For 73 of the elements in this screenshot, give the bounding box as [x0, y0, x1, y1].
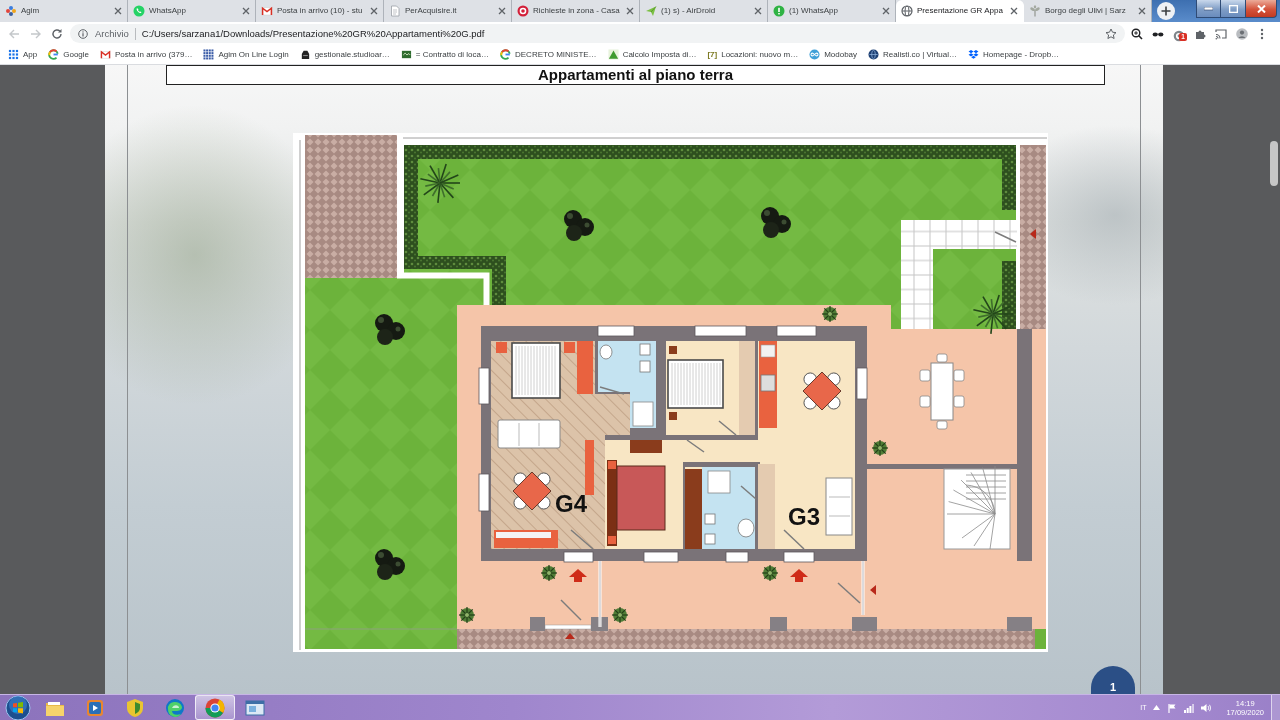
unit-label: G4 [555, 490, 587, 517]
triangle-icon [607, 49, 619, 60]
paper-plane-icon [645, 5, 657, 17]
tile-icon [400, 49, 412, 60]
unit-label: G3 [788, 503, 820, 530]
cast-icon[interactable] [1215, 27, 1227, 40]
box-icon [299, 49, 311, 60]
globe-icon [868, 49, 880, 60]
close-icon[interactable] [753, 6, 763, 16]
sprout-icon [1029, 5, 1041, 17]
close-icon[interactable] [369, 6, 379, 16]
minimize-icon [1204, 6, 1213, 11]
close-icon[interactable] [113, 6, 123, 16]
scrollbar-thumb[interactable] [1270, 141, 1278, 186]
maximize-button[interactable] [1221, 0, 1246, 18]
bookmark-item[interactable]: = Contratto di loca… [400, 49, 489, 60]
page-title: Appartamenti al piano terra [166, 65, 1105, 85]
bookmark-item[interactable]: gestionale.studioar… [299, 49, 390, 60]
envelope-icon [100, 49, 112, 60]
close-icon[interactable] [625, 6, 635, 16]
close-icon[interactable] [497, 6, 507, 16]
ring-icon [48, 49, 60, 60]
close-icon[interactable] [241, 6, 251, 16]
chevron-up-icon[interactable] [1153, 705, 1161, 710]
diamonds-icon [968, 49, 980, 60]
grid-icon [203, 49, 215, 60]
ring-icon [500, 49, 511, 60]
bookmark-item[interactable]: Calcolo Imposta di… [607, 49, 697, 60]
url-text: C:/Users/sarzana1/Downloads/Presentazione%20GR%20Appartamenti%20G.pdf [141, 28, 485, 39]
swirl-icon [164, 696, 186, 719]
bookmark-item[interactable]: Google [48, 49, 90, 60]
close-button[interactable] [1246, 0, 1277, 18]
alert-circle-icon [773, 5, 785, 17]
phone-bubble-icon [133, 5, 145, 17]
speaker-icon[interactable] [1201, 702, 1212, 713]
bookmark-item[interactable]: Agim On Line Login [203, 49, 289, 60]
envelope-icon [261, 5, 273, 17]
bookmark-item[interactable]: App [8, 49, 38, 60]
minimize-button[interactable] [1196, 0, 1221, 18]
dots-icon [5, 5, 17, 17]
shield-icon [124, 696, 146, 719]
taskbar-button[interactable] [195, 695, 235, 720]
bookmark-item[interactable]: Modobay [809, 49, 858, 60]
ring-icon [204, 696, 226, 719]
start-orb-icon[interactable] [5, 694, 31, 720]
site-label: Archivio [95, 28, 129, 39]
favicon-label: [7] [707, 50, 718, 59]
signal-icon[interactable] [1184, 702, 1195, 713]
avatar-icon[interactable] [1236, 27, 1248, 40]
globe-icon [901, 5, 913, 17]
close-icon[interactable] [1009, 6, 1019, 16]
menu-icon[interactable] [1260, 27, 1264, 40]
address-bar[interactable]: Archivio C:/Users/sarzana1/Downloads/Presentazione%20GR%20Appartamenti%20G.pdf [70, 24, 1125, 43]
target-icon [517, 5, 529, 17]
infinity-icon [809, 49, 821, 60]
apps-grid-icon [8, 49, 19, 60]
star-icon[interactable] [1105, 27, 1117, 40]
bookmark-item[interactable]: DECRETO MINISTE… [500, 49, 597, 60]
close-icon [1256, 4, 1266, 13]
document-icon [389, 5, 401, 17]
bookmark-item[interactable]: [7] Locazioni: nuovo m… [707, 50, 799, 59]
bookmark-item[interactable]: Homepage - Dropb… [968, 49, 1060, 60]
plus-icon[interactable] [1157, 2, 1175, 20]
bookmark-item[interactable]: Posta in arrivo (379… [100, 49, 193, 60]
bookmark-item[interactable]: Realisti.co | Virtual… [868, 49, 958, 60]
maximize-icon [1228, 4, 1238, 13]
close-icon[interactable] [881, 6, 891, 16]
zoom-icon[interactable] [1131, 27, 1143, 40]
close-icon[interactable] [1137, 6, 1147, 16]
reload-icon[interactable] [51, 27, 63, 40]
info-icon[interactable] [78, 28, 88, 39]
browser-tab[interactable]: Presentazione GR Appa [896, 0, 1024, 22]
flag-icon[interactable] [1167, 702, 1178, 713]
